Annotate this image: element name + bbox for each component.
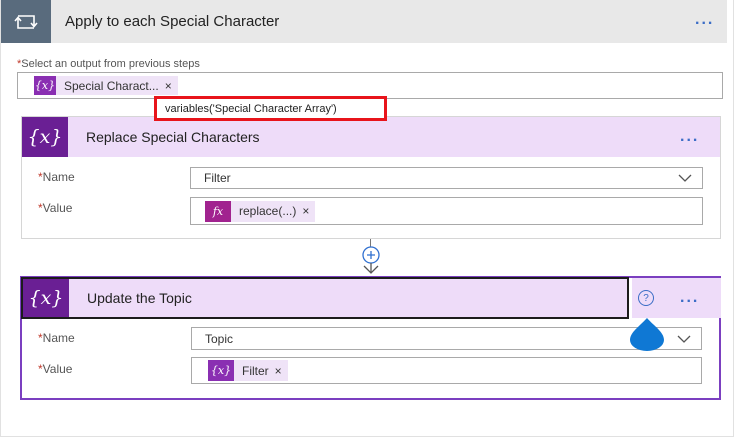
update-card-title: Update the Topic [87, 290, 192, 306]
insert-step-icon[interactable] [359, 245, 383, 275]
token-remove-icon[interactable]: × [165, 79, 178, 93]
replace-value-input[interactable]: fx replace(...) × [190, 197, 703, 225]
replace-card-header[interactable]: {x} Replace Special Characters [22, 117, 720, 157]
update-the-topic-card: {x} Update the Topic ? ... *Name Topic *… [20, 276, 721, 400]
loop-icon [1, 0, 51, 43]
replace-value-label: *Value [38, 201, 73, 215]
token-label: replace(...) [239, 204, 297, 218]
select-output-input[interactable]: {x} Special Charact... × [17, 72, 723, 99]
update-name-label: *Name [38, 331, 75, 345]
loop-more-options-icon[interactable]: ... [695, 11, 714, 29]
update-card-header[interactable]: {x} Update the Topic [21, 277, 629, 319]
apply-to-each-header[interactable]: Apply to each Special Character ... [1, 0, 727, 43]
select-output-label: *Select an output from previous steps [17, 58, 200, 70]
help-icon[interactable]: ? [638, 290, 654, 306]
replace-name-label: *Name [38, 170, 75, 184]
special-character-token[interactable]: {x} Special Charact... × [34, 76, 178, 95]
chevron-down-icon [678, 174, 692, 182]
filter-variable-token[interactable]: {x} Filter × [208, 360, 288, 381]
variable-icon: {x} [34, 76, 56, 95]
update-value-label: *Value [38, 362, 73, 376]
apply-to-each-title: Apply to each Special Character [65, 13, 280, 30]
token-tooltip: variables('Special Character Array') [154, 96, 387, 121]
update-value-input[interactable]: {x} Filter × [191, 357, 702, 384]
replace-more-options-icon[interactable]: ... [680, 128, 699, 146]
token-label: Special Charact... [64, 78, 159, 93]
token-label: Filter [242, 363, 269, 378]
replace-name-value: Filter [204, 171, 231, 185]
replace-name-dropdown[interactable]: Filter [190, 167, 703, 189]
update-name-value: Topic [205, 331, 234, 346]
chevron-down-icon [677, 335, 691, 343]
variable-icon: {x} [208, 360, 234, 381]
expression-icon: fx [205, 200, 231, 222]
token-remove-icon[interactable]: × [302, 204, 315, 218]
apply-to-each-container: Apply to each Special Character ... *Sel… [0, 0, 734, 437]
variable-icon: {x} [22, 117, 68, 157]
update-more-options-icon[interactable]: ... [680, 289, 699, 307]
replace-expression-token[interactable]: fx replace(...) × [205, 200, 316, 222]
replace-card-title: Replace Special Characters [86, 129, 260, 145]
replace-special-characters-card: {x} Replace Special Characters ... *Name… [21, 116, 721, 239]
update-name-dropdown[interactable]: Topic [191, 327, 702, 350]
drop-location-marker-icon [630, 318, 664, 351]
variable-icon: {x} [23, 279, 69, 317]
token-remove-icon[interactable]: × [275, 364, 288, 378]
